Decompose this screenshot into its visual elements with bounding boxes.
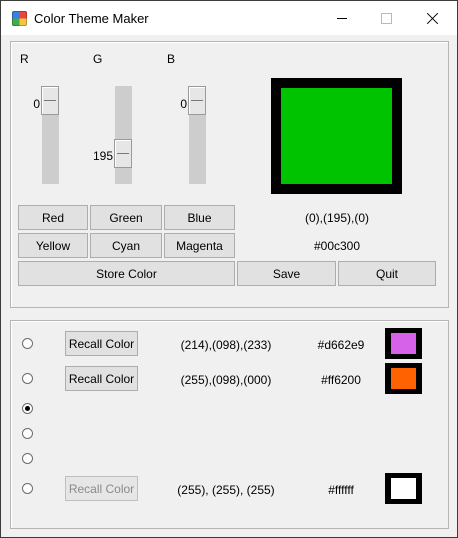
stored-swatch-6	[385, 473, 422, 504]
stored-swatch-2	[385, 363, 422, 394]
maximize-button	[363, 1, 409, 35]
green-channel-value: 195	[92, 149, 113, 163]
blue-slider[interactable]	[188, 86, 206, 184]
title-bar[interactable]: Color Theme Maker	[1, 1, 457, 35]
red-channel-value: 0	[33, 97, 40, 111]
stored-slot-radio-5[interactable]	[22, 453, 33, 464]
stored-slot-radio-6[interactable]	[22, 483, 33, 494]
green-slider[interactable]	[114, 86, 132, 184]
red-slider[interactable]	[41, 86, 59, 184]
color-preview-fill	[281, 88, 392, 184]
rgb-readout: (0),(195),(0)	[304, 211, 369, 225]
stored-slot-radio-4[interactable]	[22, 428, 33, 439]
hex-readout: #00c300	[313, 239, 361, 253]
stored-swatch-1	[385, 328, 422, 359]
stored-rgb-1: (214),(098),(233)	[180, 338, 272, 352]
minimize-button[interactable]	[319, 1, 365, 35]
quit-button[interactable]: Quit	[338, 261, 436, 286]
window-title: Color Theme Maker	[34, 11, 149, 26]
red-button[interactable]: Red	[18, 205, 88, 230]
stored-slot-radio-3[interactable]	[22, 403, 33, 414]
close-button[interactable]	[409, 1, 455, 35]
stored-rgb-2: (255),(098),(000)	[180, 373, 272, 387]
store-color-button[interactable]: Store Color	[18, 261, 235, 286]
recall-color-button-6: Recall Color	[65, 476, 138, 501]
green-channel-label: G	[93, 52, 103, 66]
color-preview	[271, 78, 402, 194]
stored-rgb-6: (255), (255), (255)	[177, 483, 275, 497]
magenta-button[interactable]: Magenta	[164, 233, 235, 258]
stored-swatch-fill-2	[391, 368, 416, 389]
stored-hex-1: #d662e9	[317, 338, 365, 352]
app-window: Color Theme Maker R 0 G 195 B 0 Red Gree…	[0, 0, 458, 538]
red-channel-label: R	[20, 52, 29, 66]
stored-swatch-fill-6	[391, 478, 416, 499]
maximize-icon	[380, 12, 392, 24]
cyan-button[interactable]: Cyan	[90, 233, 162, 258]
blue-channel-value: 0	[180, 97, 187, 111]
stored-slot-radio-1[interactable]	[22, 338, 33, 349]
stored-slot-radio-2[interactable]	[22, 373, 33, 384]
green-button[interactable]: Green	[90, 205, 162, 230]
yellow-button[interactable]: Yellow	[18, 233, 88, 258]
stored-hex-2: #ff6200	[321, 373, 361, 387]
blue-button[interactable]: Blue	[164, 205, 235, 230]
save-button[interactable]: Save	[237, 261, 336, 286]
close-icon	[426, 12, 439, 25]
red-slider-thumb[interactable]	[41, 86, 59, 115]
blue-slider-thumb[interactable]	[188, 86, 206, 115]
green-slider-thumb[interactable]	[114, 139, 132, 168]
stored-swatch-fill-1	[391, 333, 416, 354]
blue-channel-label: B	[167, 52, 176, 66]
stored-hex-6: #ffffff	[328, 483, 354, 497]
minimize-icon	[337, 17, 347, 19]
recall-color-button-2[interactable]: Recall Color	[65, 366, 138, 391]
color-wheel-icon	[12, 11, 27, 26]
recall-color-button-1[interactable]: Recall Color	[65, 331, 138, 356]
